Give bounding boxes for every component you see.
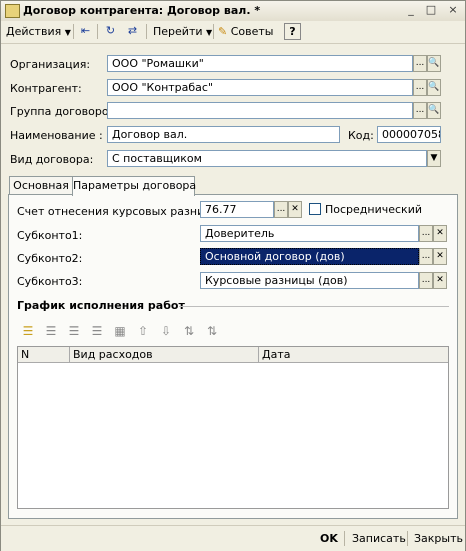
counterparty-label: Контрагент:: [10, 82, 82, 95]
toolbar-separator: [73, 24, 74, 39]
intermediary-label: Посреднический: [325, 203, 423, 216]
close-button[interactable]: Закрыть: [414, 530, 463, 547]
bottom-bar: OK Записать Закрыть: [1, 525, 465, 551]
group-label: Группа договоров:: [10, 105, 119, 118]
subconto3-field[interactable]: Курсовые разницы (дов): [200, 272, 419, 289]
name-field[interactable]: Договор вал.: [107, 126, 340, 143]
toolbar: Действия ▼ ⇤ ↻ ⇄ Перейти ▼ ✎ Советы ?: [1, 21, 465, 44]
subconto2-field[interactable]: Основной договор (дов): [200, 248, 419, 265]
clear-icon[interactable]: ✕: [288, 201, 302, 218]
fx-account-field[interactable]: 76.77: [200, 201, 274, 218]
intermediary-checkbox[interactable]: [309, 203, 321, 215]
actions-label: Действия: [6, 25, 62, 38]
contract-type-label: Вид договора:: [10, 153, 94, 166]
open-group-icon[interactable]: 🔍: [427, 102, 441, 119]
select-group-button[interactable]: ...: [413, 102, 427, 119]
code-field[interactable]: 000007058: [377, 126, 441, 143]
open-organization-icon[interactable]: 🔍: [427, 55, 441, 72]
toolbar-separator: [213, 24, 214, 39]
open-counterparty-icon[interactable]: 🔍: [427, 79, 441, 96]
select-subconto3-button[interactable]: ...: [419, 272, 433, 289]
column-header-date[interactable]: Дата: [259, 347, 448, 362]
table-header: N Вид расходов Дата: [18, 347, 448, 363]
actions-menu[interactable]: Действия ▼: [6, 23, 71, 40]
clear-icon[interactable]: ✕: [433, 225, 447, 242]
edit-row-icon[interactable]: ☰: [66, 323, 82, 339]
counterparty-field[interactable]: ООО "Контрабас": [107, 79, 413, 96]
select-counterparty-button[interactable]: ...: [413, 79, 427, 96]
tips-label: Советы: [230, 25, 274, 38]
group-field[interactable]: [107, 102, 413, 119]
section-divider: [179, 306, 449, 307]
save-button[interactable]: Записать: [352, 530, 406, 547]
column-header-expense-type[interactable]: Вид расходов: [70, 347, 259, 362]
chevron-down-icon[interactable]: ▼: [427, 150, 441, 167]
document-icon: [5, 4, 20, 18]
move-up-icon[interactable]: ⇧: [135, 323, 151, 339]
delete-row-icon[interactable]: ☰: [89, 323, 105, 339]
subconto2-label: Субконто2:: [17, 252, 83, 265]
column-header-n[interactable]: N: [18, 347, 70, 362]
structure-icon[interactable]: ⇄: [124, 23, 141, 40]
schedule-table[interactable]: N Вид расходов Дата: [17, 346, 449, 509]
subconto1-field[interactable]: Доверитель: [200, 225, 419, 242]
window-title: Договор контрагента: Договор вал. *: [23, 4, 261, 17]
toolbar-separator: [344, 531, 345, 546]
code-label: Код:: [348, 129, 374, 142]
contract-type-select[interactable]: С поставщиком: [107, 150, 427, 167]
tips-button[interactable]: ✎ Советы: [218, 23, 273, 40]
subconto3-label: Субконто3:: [17, 275, 83, 288]
contract-window: Договор контрагента: Договор вал. * _ □ …: [0, 0, 466, 551]
select-subconto1-button[interactable]: ...: [419, 225, 433, 242]
copy-row-icon[interactable]: ☰: [43, 323, 59, 339]
dropdown-arrow-icon: ▼: [64, 28, 71, 37]
organization-field[interactable]: ООО "Ромашки": [107, 55, 413, 72]
subconto1-label: Субконто1:: [17, 229, 83, 242]
minimize-icon[interactable]: _: [404, 3, 418, 17]
tips-icon: ✎: [218, 25, 228, 38]
select-account-button[interactable]: ...: [274, 201, 288, 218]
help-icon[interactable]: ?: [284, 23, 301, 40]
title-bar: Договор контрагента: Договор вал. * _ □ …: [1, 1, 465, 22]
sort-asc-icon[interactable]: ⇅: [181, 323, 197, 339]
close-window-icon[interactable]: ×: [446, 3, 460, 17]
select-subconto2-button[interactable]: ...: [419, 248, 433, 265]
add-row-icon[interactable]: ☰: [20, 323, 36, 339]
goto-label: Перейти: [153, 25, 203, 38]
select-organization-button[interactable]: ...: [413, 55, 427, 72]
maximize-icon[interactable]: □: [424, 3, 438, 17]
ok-button[interactable]: OK: [320, 530, 338, 547]
toolbar-separator: [146, 24, 147, 39]
fx-account-label: Счет отнесения курсовых разниц:: [17, 205, 216, 218]
back-arrow-icon[interactable]: ⇤: [77, 23, 94, 40]
schedule-title: График исполнения работ: [17, 299, 185, 312]
refresh-icon[interactable]: ↻: [102, 23, 119, 40]
dropdown-arrow-icon: ▼: [206, 28, 213, 37]
move-down-icon[interactable]: ⇩: [158, 323, 174, 339]
organization-label: Организация:: [10, 58, 91, 71]
goto-menu[interactable]: Перейти ▼: [153, 23, 212, 40]
end-edit-icon[interactable]: ▦: [112, 323, 128, 339]
clear-icon[interactable]: ✕: [433, 272, 447, 289]
toolbar-separator: [97, 24, 98, 39]
clear-icon[interactable]: ✕: [433, 248, 447, 265]
tab-main[interactable]: Основная: [9, 176, 73, 194]
name-label: Наименование :: [10, 129, 103, 142]
tab-contract-params[interactable]: Параметры договора: [72, 176, 196, 196]
sort-desc-icon[interactable]: ⇅: [204, 323, 220, 339]
toolbar-separator: [407, 531, 408, 546]
